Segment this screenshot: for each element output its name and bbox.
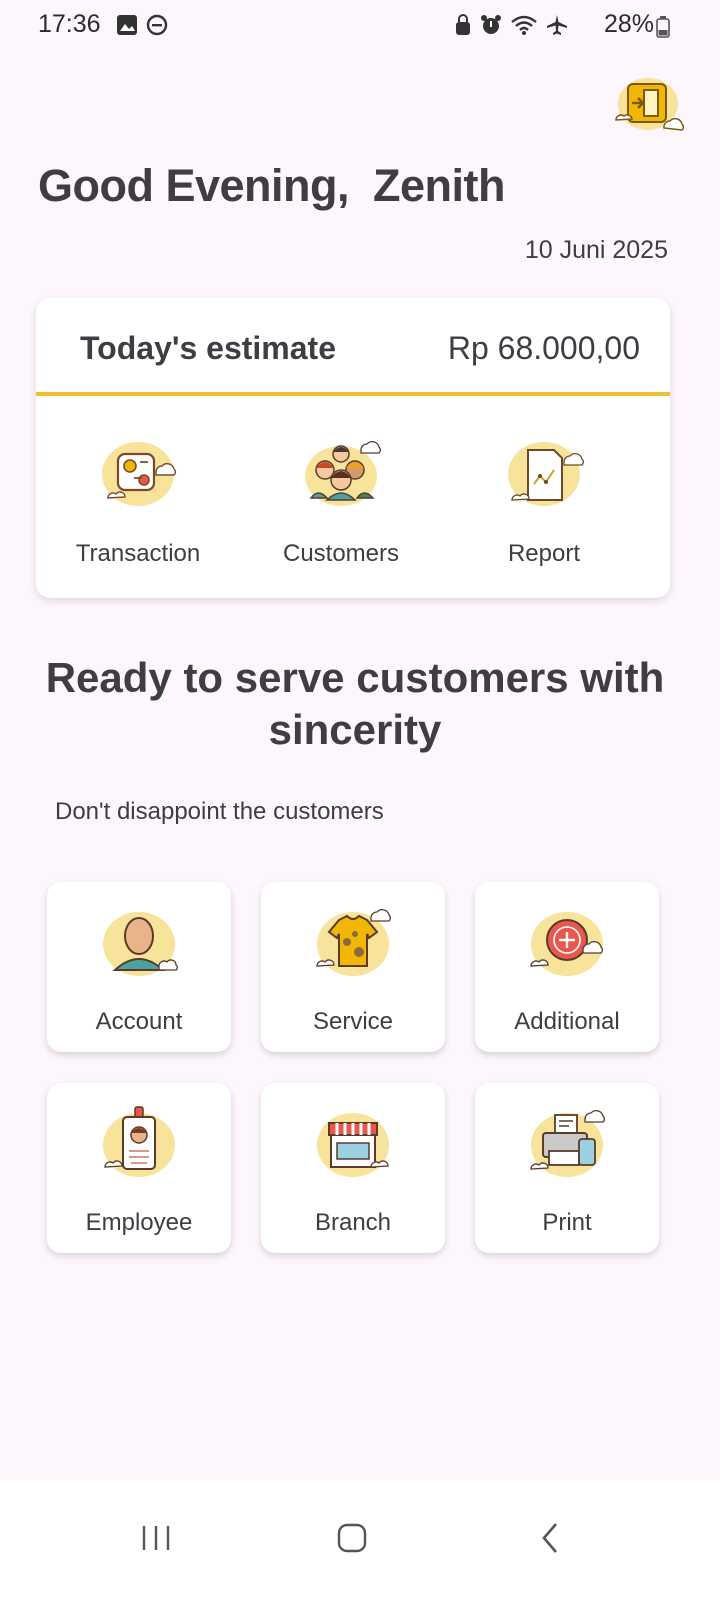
estimate-card: Today's estimate Rp 68.000,00 Transactio… [36,298,670,598]
status-time: 17:36 [38,10,101,38]
airplane-icon [547,15,567,35]
additional-button[interactable]: Additional [475,882,659,1052]
home-button[interactable] [322,1508,382,1568]
image-icon [117,15,137,35]
back-button[interactable] [520,1508,580,1568]
transaction-label: Transaction [75,540,201,567]
branch-label: Branch [314,1209,392,1236]
logout-button[interactable] [612,70,685,138]
print-label: Print [542,1209,592,1236]
account-button[interactable]: Account [47,882,231,1052]
print-button[interactable]: Print [475,1083,659,1253]
service-label: Service [312,1008,394,1035]
transaction-icon [102,442,176,506]
home-icon [337,1523,367,1553]
estimate-label: Today's estimate [80,330,336,366]
report-icon [508,442,584,506]
service-button[interactable]: Service [261,882,445,1052]
do-not-disturb-icon [146,14,168,36]
account-icon [103,912,178,976]
greeting-title: Good Evening, Zenith [38,160,506,211]
battery-icon [656,16,670,38]
report-button[interactable]: Report [444,438,644,568]
report-label: Report [507,540,581,567]
estimate-header: Today's estimate Rp 68.000,00 [36,298,670,396]
alarm-icon [481,15,501,34]
lock-icon [456,14,470,35]
current-date: 10 Juni 2025 [524,236,668,264]
recent-apps-icon [142,1526,170,1550]
back-icon [542,1523,557,1553]
promo-subline: Don't disappoint the customers [55,798,384,825]
add-icon [530,912,603,976]
account-label: Account [95,1008,183,1035]
transaction-button[interactable]: Transaction [38,438,238,568]
customers-button[interactable]: Customers [241,438,441,568]
promo-headline: Ready to serve customers with sincerity [45,654,665,753]
customers-icon [305,441,381,506]
printer-icon [530,1110,605,1177]
battery-percent: 28% [603,10,654,38]
customers-label: Customers [282,540,400,567]
service-shirt-icon [316,909,391,976]
employee-badge-icon [103,1106,175,1177]
wifi-icon [511,15,537,35]
branch-button[interactable]: Branch [261,1083,445,1253]
employee-button[interactable]: Employee [47,1083,231,1253]
exit-door-icon [615,78,685,131]
additional-label: Additional [514,1008,620,1035]
estimate-value: Rp 68.000,00 [447,330,640,366]
employee-label: Employee [85,1209,193,1236]
system-navigation-bar [0,1480,720,1600]
status-bar: 17:36 28% [0,0,720,52]
branch-store-icon [317,1113,389,1177]
recent-apps-button[interactable] [126,1508,186,1568]
